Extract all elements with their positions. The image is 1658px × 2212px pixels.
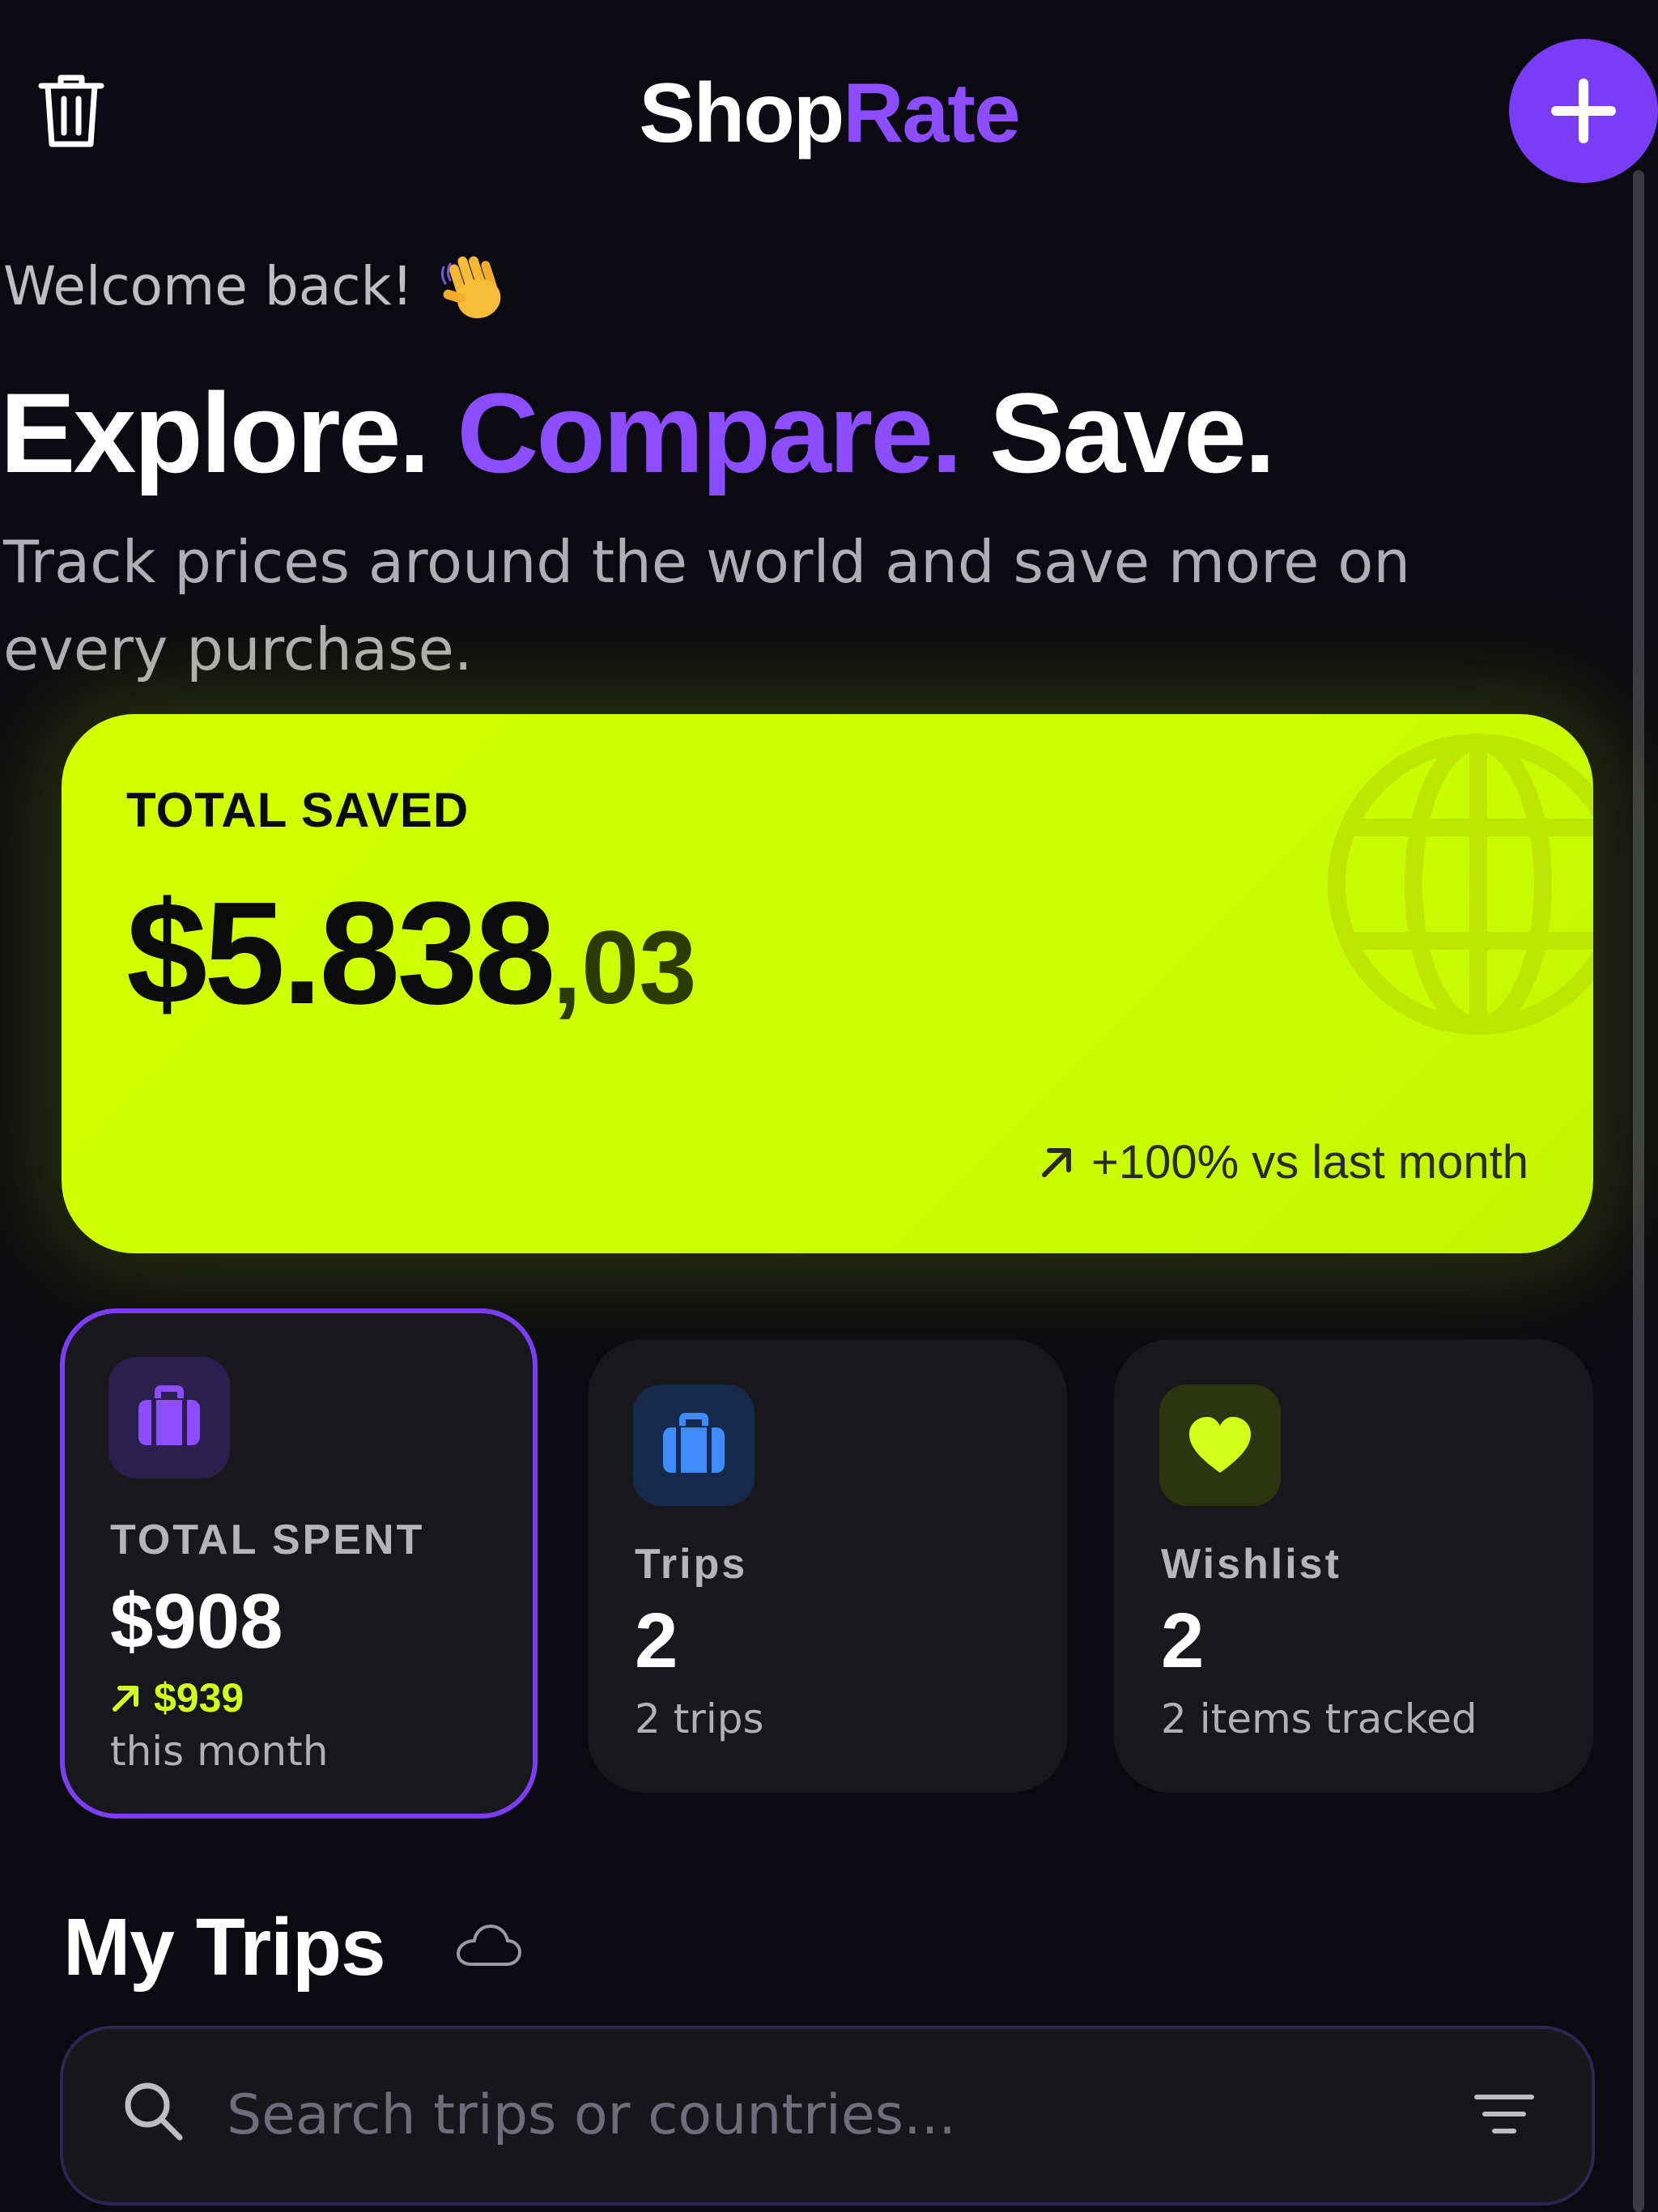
total-spent-value: $908 [110, 1578, 283, 1665]
trips-note: 2 trips [635, 1695, 764, 1742]
total-saved-card[interactable]: TOTAL SAVED $5.838,03 +100% vs last mont… [62, 714, 1593, 1253]
headline-compare: Compare. [457, 369, 963, 496]
wishlist-icon-box [1159, 1385, 1281, 1506]
welcome-message: Welcome back! [3, 248, 513, 325]
trips-card[interactable]: Trips 2 2 trips [588, 1339, 1067, 1793]
app-logo: ShopRate [0, 65, 1658, 162]
trips-value: 2 [635, 1597, 678, 1684]
wishlist-label: Wishlist [1161, 1541, 1341, 1588]
cloud-icon[interactable] [455, 1917, 521, 1974]
total-saved-amount: $5.838,03 [126, 873, 696, 1081]
briefcase-icon [138, 1385, 200, 1445]
arrow-up-right-icon [1041, 1147, 1071, 1177]
briefcase-icon [663, 1413, 725, 1473]
total-spent-delta-value: $939 [154, 1675, 244, 1721]
total-spent-card[interactable]: TOTAL SPENT $908 $939 this month [60, 1308, 538, 1819]
add-button[interactable] [1509, 39, 1658, 183]
scrollbar[interactable] [1633, 170, 1644, 2212]
hero-headline: Explore. Compare. Save. [0, 364, 1276, 502]
search-bar[interactable] [60, 2026, 1595, 2206]
my-trips-title: My Trips [63, 1902, 386, 1993]
welcome-text: Welcome back! [3, 255, 414, 317]
total-saved-main: $5.838 [126, 872, 556, 1035]
wishlist-note: 2 items tracked [1161, 1695, 1477, 1742]
search-icon [125, 2082, 183, 2141]
total-saved-cents: ,03 [552, 910, 697, 1026]
heart-icon [1189, 1417, 1251, 1473]
arrow-up-right-icon [113, 1686, 138, 1712]
headline-save: Save. [988, 369, 1276, 496]
wishlist-card[interactable]: Wishlist 2 2 items tracked [1114, 1339, 1593, 1793]
trips-label: Trips [635, 1541, 748, 1588]
logo-text-shop: Shop [639, 66, 844, 160]
trips-icon-box [633, 1385, 755, 1506]
search-input[interactable] [225, 2061, 1443, 2168]
total-saved-trend: +100% vs last month [1036, 1135, 1528, 1189]
hero-subtitle: Track prices around the world and save m… [3, 528, 1410, 683]
waving-hand-icon [441, 256, 501, 319]
plus-icon [1551, 79, 1616, 143]
total-spent-label: TOTAL SPENT [110, 1516, 425, 1563]
total-saved-label: TOTAL SAVED [126, 783, 470, 837]
total-spent-icon-box [108, 1357, 230, 1478]
globe-icon [1328, 734, 1593, 1035]
total-spent-note: this month [110, 1728, 329, 1775]
total-spent-delta: $939 [110, 1674, 244, 1721]
logo-text-rate: Rate [843, 66, 1020, 160]
trend-text: +100% vs last month [1090, 1136, 1528, 1189]
filter-icon[interactable] [1472, 2086, 1537, 2142]
wishlist-value: 2 [1161, 1597, 1205, 1684]
headline-explore: Explore. [0, 369, 430, 496]
